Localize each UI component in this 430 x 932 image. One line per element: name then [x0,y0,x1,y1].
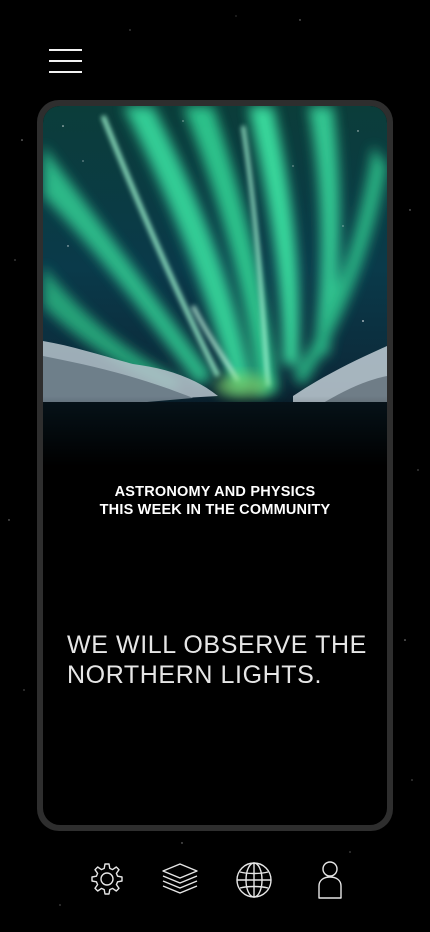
event-headline-line: WE WILL OBSERVE THE [67,631,367,659]
event-card[interactable]: ASTRONOMY AND PHYSICS THIS WEEK IN THE C… [37,100,393,831]
hamburger-menu-icon[interactable] [49,49,82,74]
menu-line [49,49,82,51]
event-card-content: ASTRONOMY AND PHYSICS THIS WEEK IN THE C… [43,106,387,825]
phone-screen: ASTRONOMY AND PHYSICS THIS WEEK IN THE C… [0,0,430,932]
menu-line [49,60,82,62]
layers-icon [162,863,198,894]
northern-lights-photo [43,106,387,466]
globe-icon [236,862,272,898]
event-category-line: ASTRONOMY AND PHYSICS [114,484,316,500]
user-icon [318,861,342,899]
bottom-navigation [0,858,430,902]
explore-button[interactable] [234,858,274,902]
gear-icon [91,863,123,895]
menu-line [49,71,82,73]
settings-button[interactable] [87,858,127,902]
event-schedule-line: THIS WEEK IN THE COMMUNITY [99,502,331,518]
event-category: ASTRONOMY AND PHYSICS THIS WEEK IN THE C… [43,483,387,519]
event-headline-line: NORTHERN LIGHTS. [67,661,322,689]
layers-button[interactable] [160,858,200,902]
event-headline: WE WILL OBSERVE THE NORTHERN LIGHTS. [67,630,377,690]
profile-button[interactable] [310,858,350,902]
